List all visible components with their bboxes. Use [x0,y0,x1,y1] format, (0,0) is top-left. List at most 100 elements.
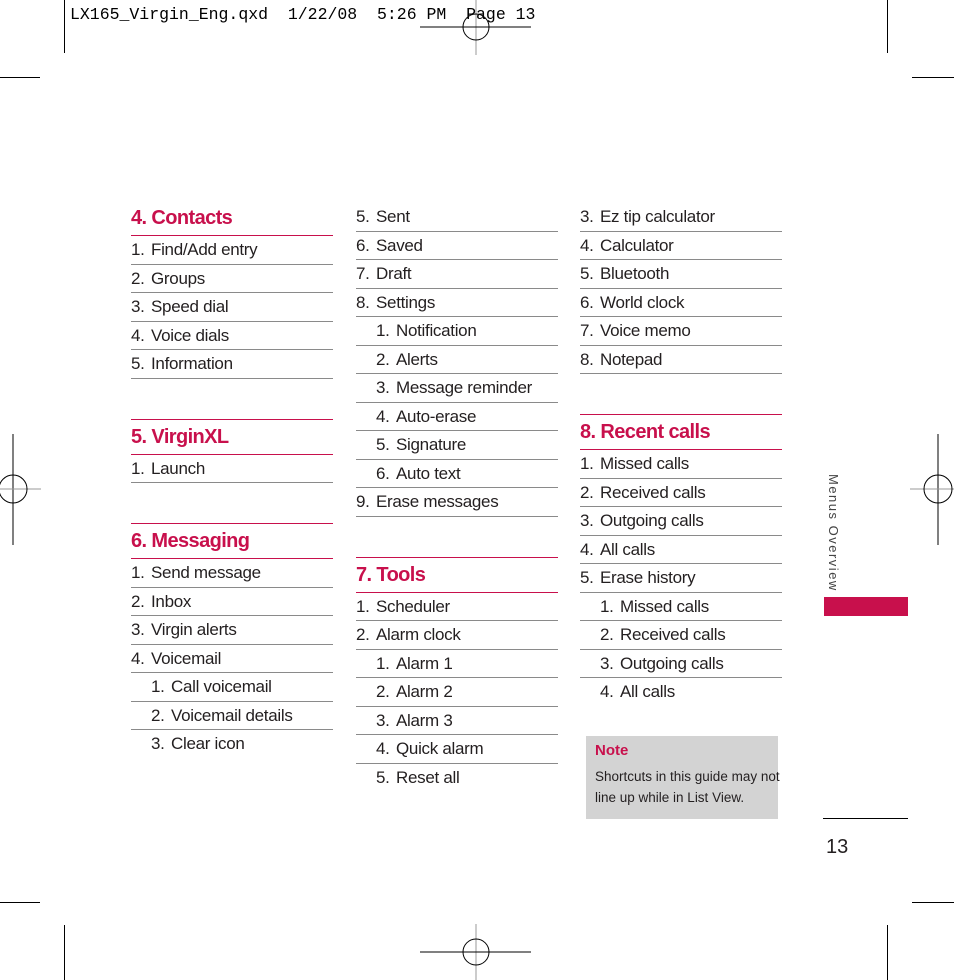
item-label: Received calls [620,625,726,644]
item-number: 6. [376,463,390,483]
submenu-item: 6. Auto text [356,460,558,488]
item-label: Quick alarm [396,739,484,758]
item-number: 3. [376,378,390,397]
submenu-item: 1. Call voicemail [131,673,333,702]
item-number: 6. [356,235,370,255]
submenu-item: 2. Received calls [580,621,782,650]
item-number: 6. [580,292,594,312]
item-label: Send message [151,563,261,582]
item-number: 2. [131,591,145,611]
item-number: 3. [580,511,594,530]
menu-item: 7. Voice memo [580,317,782,346]
item-label: Missed calls [620,596,709,616]
menu-item: 1. Missed calls [580,450,782,479]
item-number: 3. [600,653,614,673]
registration-mark-left [0,434,41,545]
item-label: Voicemail details [171,705,293,725]
item-number: 5. [580,568,594,587]
item-label: World clock [600,292,685,312]
item-label: Sent [376,207,410,226]
section-list-virginxl: 1. Launch [131,455,333,483]
submenu-item: 4. Quick alarm [356,735,558,764]
section-heading-contacts: 4. Contacts [131,201,333,236]
slug-filename: LX165_Virgin_Eng.qxd [70,5,269,24]
item-number: 4. [580,235,594,255]
item-label: Information [151,354,233,373]
item-number: 1. [600,596,614,616]
item-label: Inbox [151,591,192,611]
menu-item: 3. Virgin alerts [131,616,333,645]
crop-mark [0,77,40,78]
item-number: 2. [376,349,390,369]
submenu-item: 4. All calls [580,678,782,706]
item-number: 3. [131,620,145,639]
menu-item: 8. Settings [356,289,558,317]
item-number: 2. [356,625,370,644]
item-label: Groups [151,268,205,288]
item-number: 4. [600,682,614,701]
item-label: Reset all [396,767,460,787]
submenu-item: 3. Message reminder [356,374,558,403]
item-number: 1. [376,653,390,673]
item-label: Outgoing calls [620,653,724,673]
menu-item: 2. Groups [131,265,333,293]
menu-item: 2. Inbox [131,588,333,616]
section-side-label: Menus Overview [826,474,841,592]
crop-mark [912,902,954,903]
section-heading-virginxl: 5. VirginXL [131,418,333,455]
note-box: Note Shortcuts in this guide may not lin… [586,736,780,819]
submenu-item: 3. Outgoing calls [580,650,782,678]
menu-item: 6. Saved [356,232,558,260]
submenu-item: 5. Signature [356,431,558,460]
submenu-item: 1. Missed calls [580,593,782,621]
slug-date: 1/22/08 [287,5,358,24]
crop-mark [64,0,65,53]
item-number: 3. [580,207,594,226]
menu-item: 1. Launch [131,455,333,483]
item-number: 1. [376,321,390,340]
item-label: Speed dial [151,297,229,316]
item-label: Message reminder [396,378,532,397]
menu-item: 4. Voice dials [131,322,333,350]
menu-column-3: 3. Ez tip calculator 4. Calculator 5. Bluet… [580,203,782,706]
item-label: Alarm 1 [396,653,453,673]
item-number: 5. [580,264,594,283]
item-label: Erase history [600,568,696,587]
submenu-item: 5. Reset all [356,764,558,792]
item-label: Ez tip calculator [600,207,715,226]
item-number: 1. [151,677,165,696]
menu-item: 6. World clock [580,289,782,317]
item-number: 4. [131,648,145,668]
item-label: Received calls [600,482,706,502]
item-label: Launch [151,458,205,478]
submenu-item: 1. Alarm 1 [356,650,558,678]
menu-item: 4. Voicemail [131,645,333,673]
section-heading-tools: 7. Tools [356,556,558,593]
item-label: Notepad [600,349,663,369]
item-label: All calls [620,682,675,701]
menu-item: 3. Ez tip calculator [580,203,782,232]
crop-mark [887,0,888,53]
item-number: 4. [131,325,145,345]
note-title: Note [595,742,629,759]
item-number: 1. [131,563,145,582]
section-list-messaging-continued: 5. Sent 6. Saved 7. Draft 8. Settings 1. Noti… [356,203,558,517]
submenu-item: 1. Notification [356,317,558,346]
item-label: Erase messages [376,492,499,511]
item-label: Outgoing calls [600,511,704,530]
item-number: 1. [131,240,145,259]
menu-item: 5. Sent [356,203,558,232]
crop-mark [887,925,888,980]
submenu-item: 4. Auto-erase [356,403,558,431]
section-list-tools: 1. Scheduler 2. Alarm clock 1. Alarm 1 2. Al… [356,593,558,792]
item-label: Scheduler [376,596,450,616]
section-tab-marker [824,597,908,616]
submenu-item: 3. Clear icon [131,730,333,758]
menu-item: 4. Calculator [580,232,782,260]
item-number: 4. [580,539,594,559]
item-number: 7. [580,321,594,340]
menu-item: 5. Bluetooth [580,260,782,289]
page-number-rule [823,818,908,819]
